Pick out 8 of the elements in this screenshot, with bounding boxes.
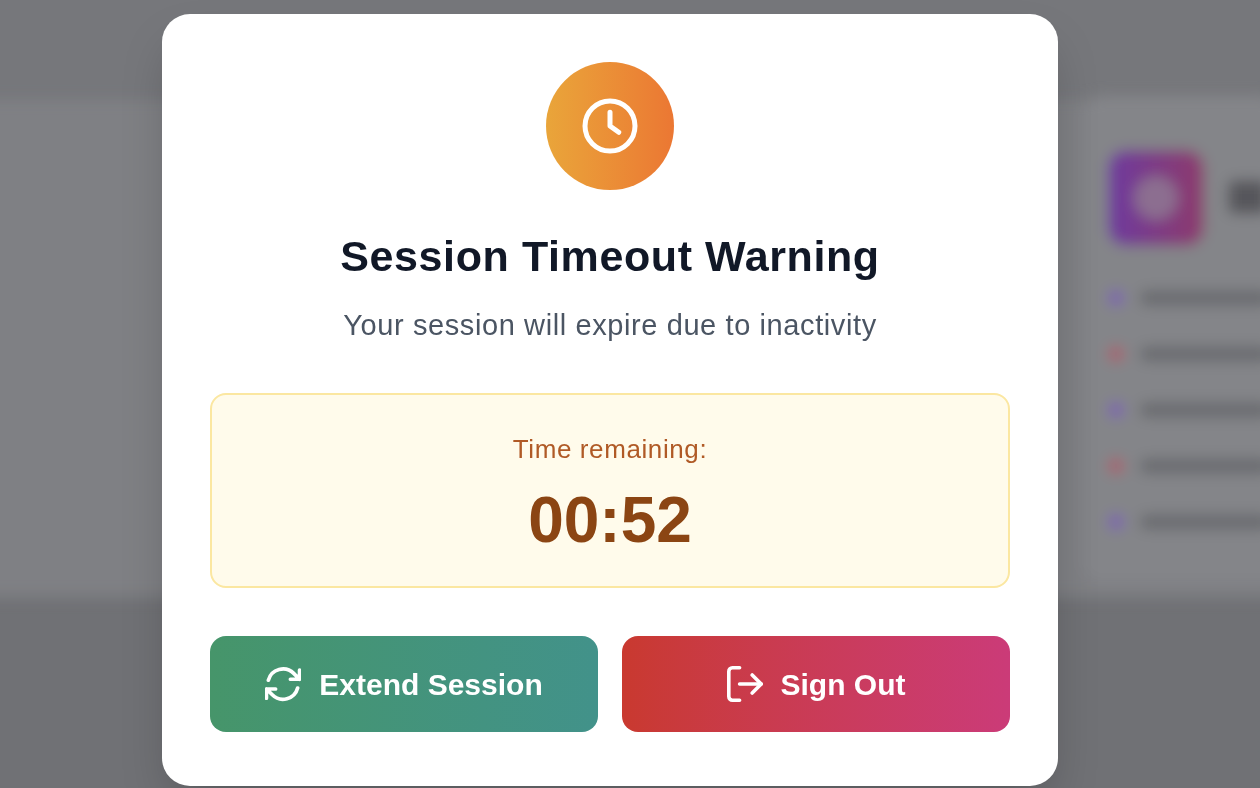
countdown-label: Time remaining: [512,433,708,465]
logout-icon [726,666,763,702]
dialog-message: Your session will expire due to inactivity [343,308,877,343]
refresh-icon [265,666,302,702]
countdown-time: 00:52 [528,485,692,555]
dialog-title: Session Timeout Warning [340,231,880,282]
extend-session-button[interactable]: Extend Session [210,636,598,732]
sign-out-button[interactable]: Sign Out [622,636,1010,732]
